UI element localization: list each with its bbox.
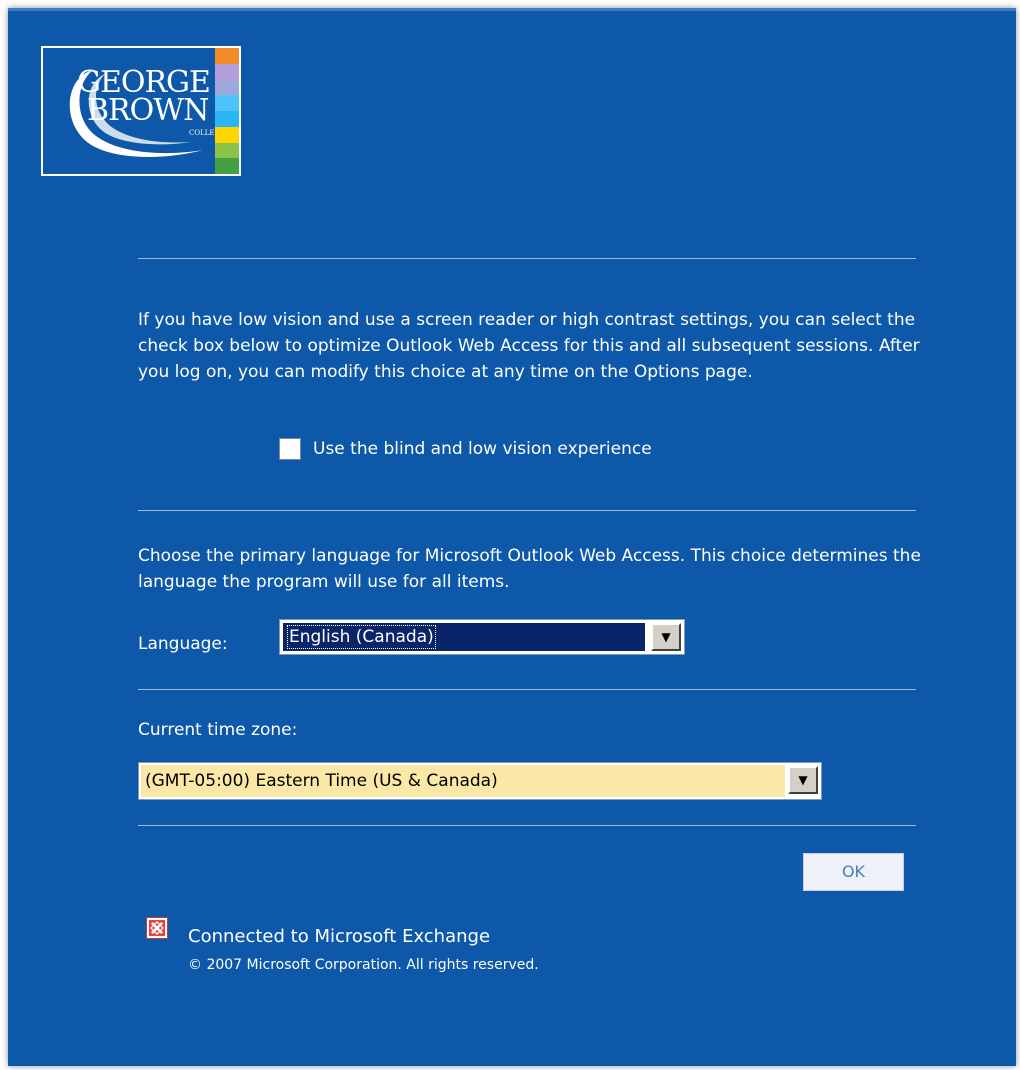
divider-timezone bbox=[138, 689, 916, 690]
language-selected-text[interactable]: English (Canada) bbox=[287, 625, 436, 649]
logo-text-brown: BROWN bbox=[87, 93, 209, 128]
copyright-text: © 2007 Microsoft Corporation. All rights… bbox=[188, 957, 539, 973]
logo-stripe bbox=[215, 95, 239, 111]
exchange-connection-text: Connected to Microsoft Exchange bbox=[188, 926, 491, 947]
logo-stripe bbox=[215, 126, 239, 143]
blind-low-vision-label[interactable]: Use the blind and low vision experience bbox=[313, 439, 652, 459]
logo-stripe bbox=[215, 48, 239, 64]
language-label: Language: bbox=[138, 634, 228, 654]
ok-button[interactable]: OK bbox=[803, 853, 904, 891]
timezone-selected-value[interactable]: (GMT-05:00) Eastern Time (US & Canada) bbox=[141, 765, 785, 797]
chevron-down-icon[interactable]: ▼ bbox=[651, 623, 681, 651]
language-select[interactable]: English (Canada) ▼ bbox=[279, 619, 685, 655]
chevron-down-icon[interactable]: ▼ bbox=[788, 766, 818, 794]
timezone-label: Current time zone: bbox=[138, 720, 298, 740]
accessibility-option[interactable]: Use the blind and low vision experience bbox=[279, 438, 652, 460]
logo-stripe bbox=[215, 111, 239, 127]
logo-stripe bbox=[215, 142, 239, 159]
divider-language bbox=[138, 510, 916, 511]
blind-low-vision-checkbox[interactable] bbox=[279, 438, 301, 460]
timezone-select[interactable]: (GMT-05:00) Eastern Time (US & Canada) ▼ bbox=[138, 762, 822, 800]
logo-stripe bbox=[215, 63, 239, 80]
divider-top bbox=[138, 258, 916, 259]
george-brown-logo: GEORGE BROWN COLLEGE bbox=[41, 46, 241, 176]
language-selected-value[interactable]: English (Canada) bbox=[283, 623, 645, 651]
logo-color-stripes bbox=[215, 48, 239, 174]
options-panel: GEORGE BROWN COLLEGE If you have low vis… bbox=[8, 8, 1016, 1066]
logo-stripe bbox=[215, 158, 239, 174]
divider-bottom bbox=[138, 825, 916, 826]
exchange-icon bbox=[146, 917, 168, 939]
language-description: Choose the primary language for Microsof… bbox=[138, 546, 921, 592]
accessibility-intro-text: If you have low vision and use a screen … bbox=[138, 310, 920, 382]
logo-stripe bbox=[215, 79, 239, 96]
